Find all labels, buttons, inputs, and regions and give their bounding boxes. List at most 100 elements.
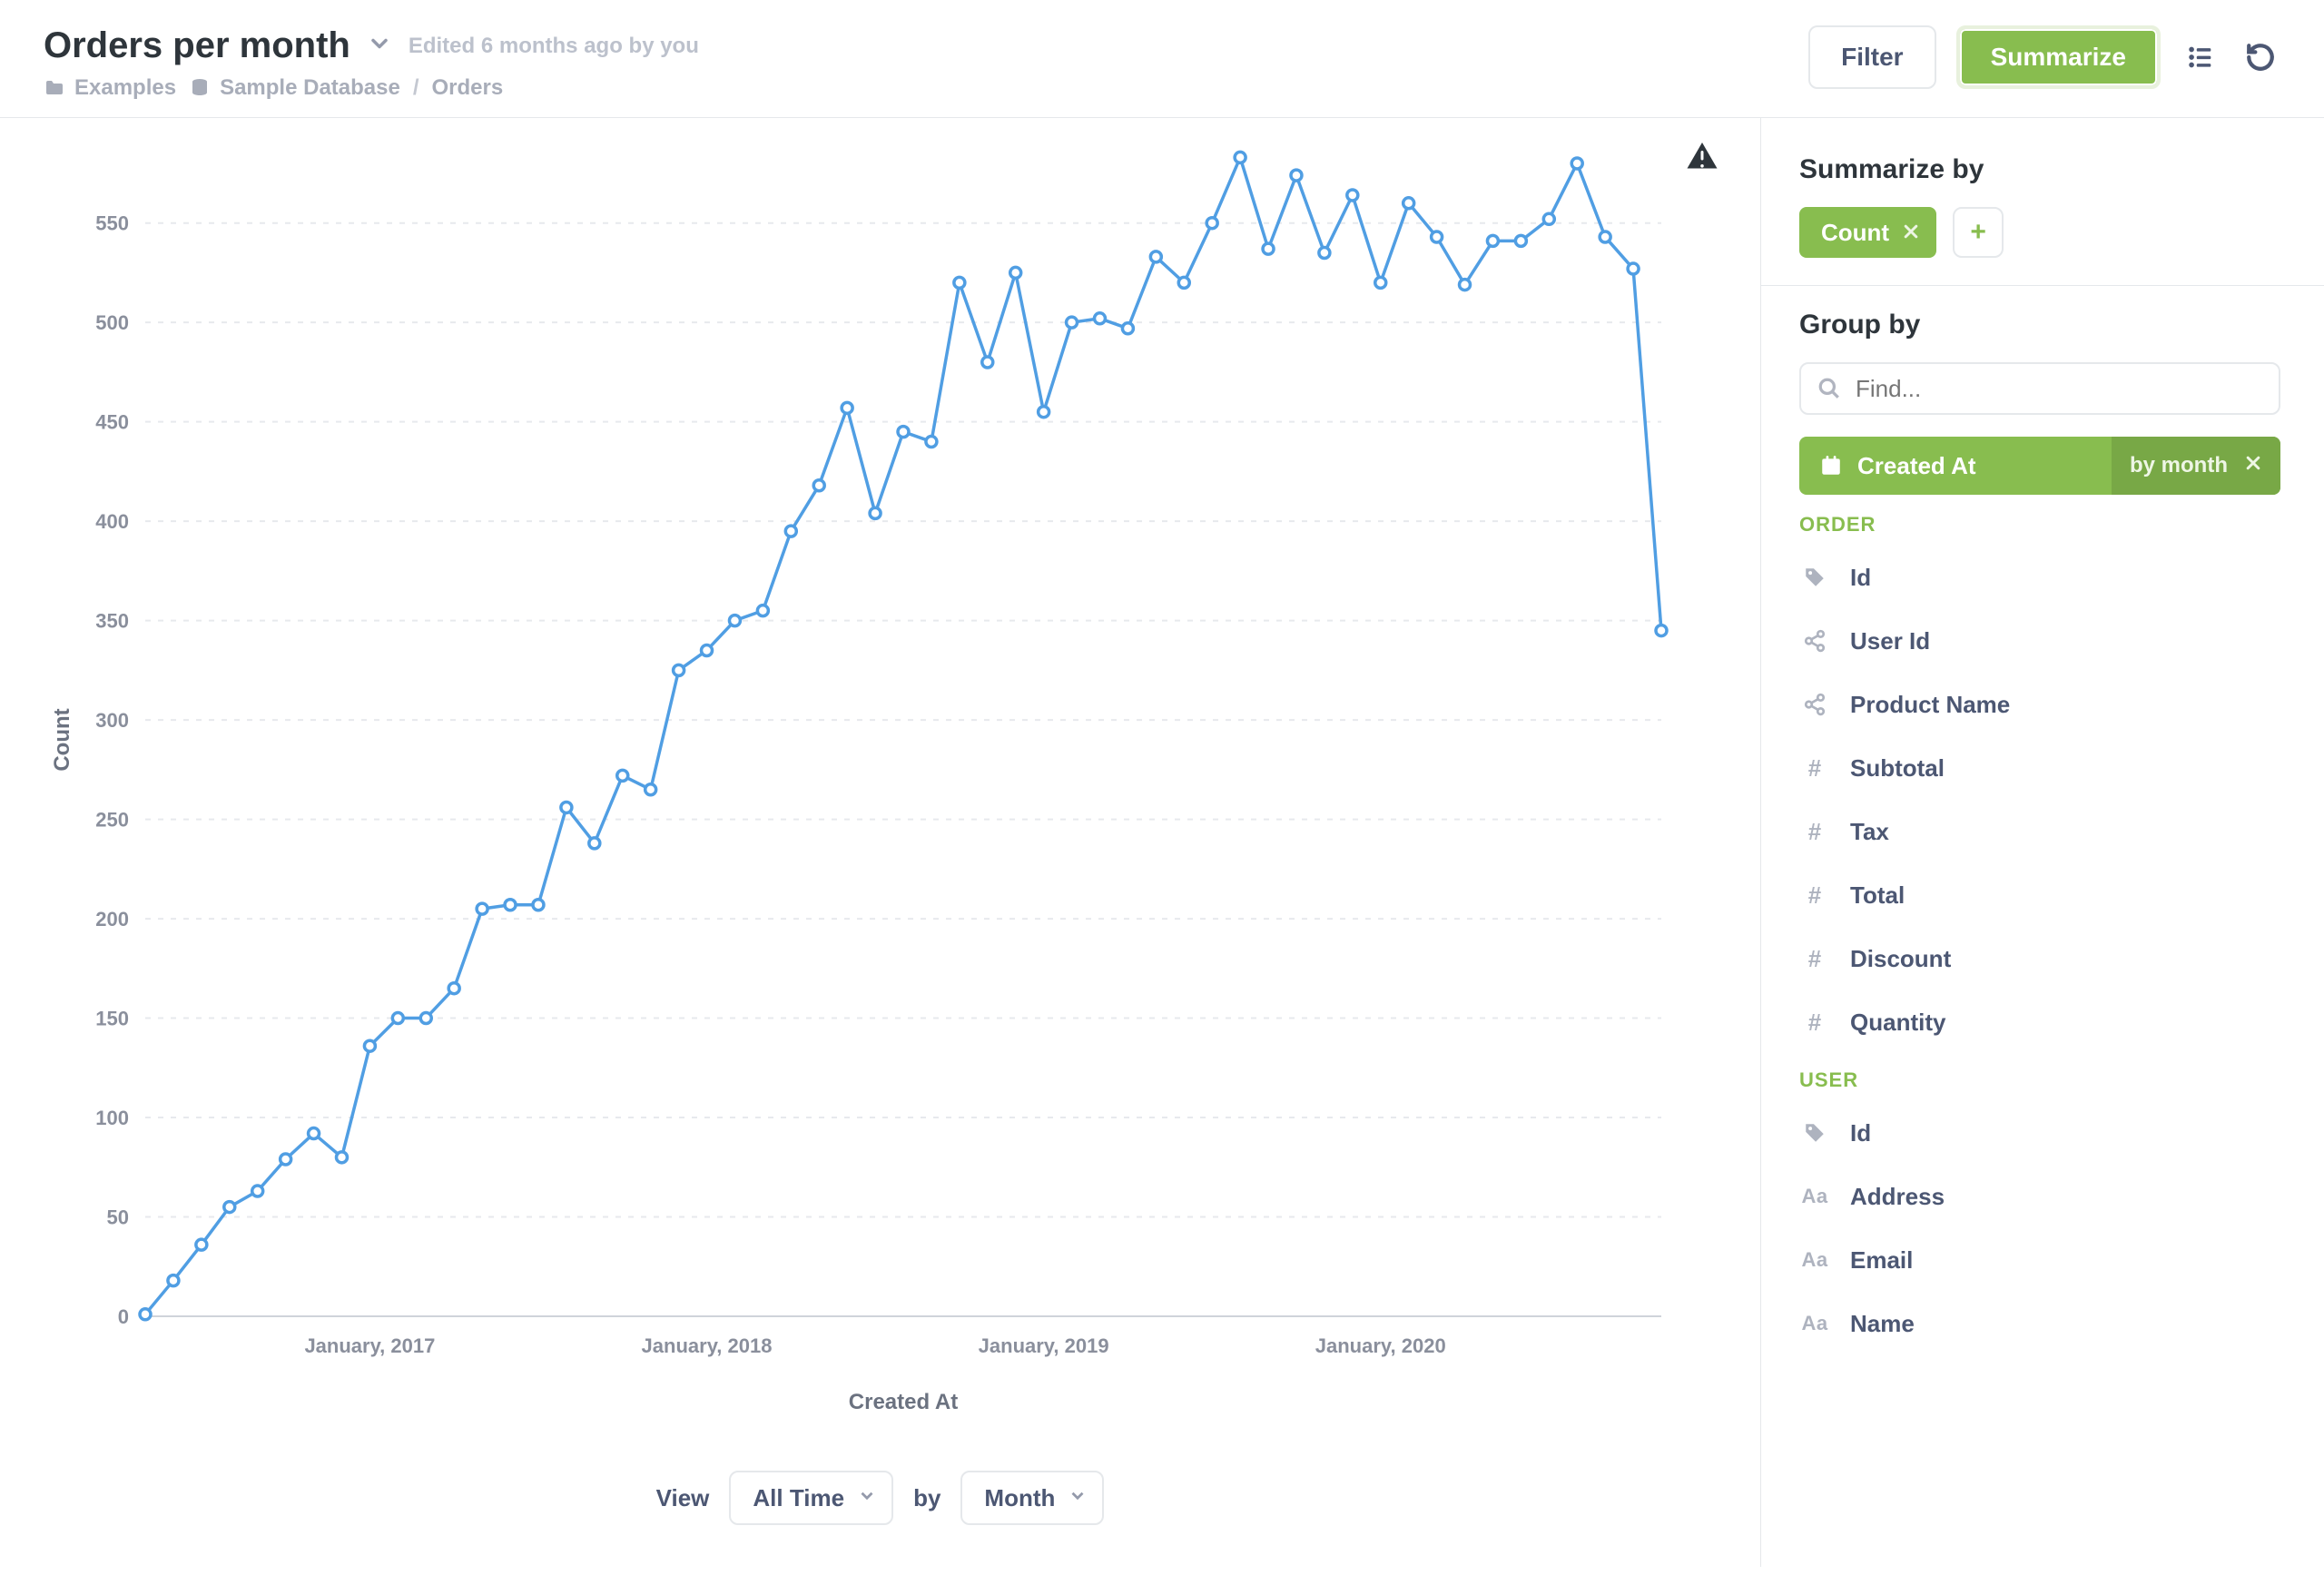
groupby-heading: Group by <box>1799 310 2280 340</box>
field-discount[interactable]: # Discount <box>1799 927 2280 990</box>
view-label: View <box>656 1484 710 1512</box>
page-title[interactable]: Orders per month <box>44 25 350 66</box>
breadcrumb: Examples Sample Database / Orders <box>44 75 699 101</box>
field-address[interactable]: Aa Address <box>1799 1165 2280 1228</box>
field-label: Discount <box>1850 945 1951 973</box>
chevron-down-icon <box>1068 1484 1088 1512</box>
svg-text:450: 450 <box>95 411 129 434</box>
breadcrumb-database[interactable]: Sample Database <box>189 75 400 101</box>
field-label: Tax <box>1850 818 1889 846</box>
close-icon[interactable] <box>2244 453 2262 478</box>
field-email[interactable]: Aa Email <box>1799 1228 2280 1292</box>
groupby-search[interactable] <box>1799 362 2280 415</box>
svg-text:300: 300 <box>95 709 129 732</box>
svg-text:250: 250 <box>95 809 129 832</box>
chevron-down-icon <box>857 1484 877 1512</box>
aggregation-label: Count <box>1821 219 1889 247</box>
field-label: Id <box>1850 1119 1871 1147</box>
field-label: User Id <box>1850 627 1930 655</box>
hash-icon: # <box>1799 754 1830 783</box>
search-icon <box>1817 377 1841 400</box>
field-label: Name <box>1850 1310 1915 1338</box>
field-quantity[interactable]: # Quantity <box>1799 990 2280 1054</box>
summarize-button[interactable]: Summarize <box>1956 25 2161 89</box>
svg-text:50: 50 <box>107 1206 129 1229</box>
svg-text:200: 200 <box>95 908 129 930</box>
svg-text:500: 500 <box>95 311 129 334</box>
share-icon <box>1799 629 1830 653</box>
filter-button[interactable]: Filter <box>1808 25 1935 89</box>
svg-text:January, 2017: January, 2017 <box>304 1334 435 1357</box>
section-order: ORDER <box>1799 513 2280 537</box>
field-label: Id <box>1850 564 1871 592</box>
divider <box>1761 285 2324 286</box>
add-aggregation-button[interactable]: + <box>1953 207 2004 258</box>
field-name[interactable]: Aa Name <box>1799 1292 2280 1355</box>
groupby-search-input[interactable] <box>1854 374 2262 404</box>
time-range-select[interactable]: All Time <box>729 1471 893 1525</box>
calendar-icon <box>1819 454 1843 477</box>
breadcrumb-collection[interactable]: Examples <box>44 75 176 101</box>
groupby-pill[interactable]: Created At by month <box>1799 437 2280 495</box>
field-user-id[interactable]: User Id <box>1799 609 2280 673</box>
groupby-binning-label: by month <box>2130 453 2228 478</box>
field-label: Total <box>1850 881 1905 910</box>
groupby-binning[interactable]: by month <box>2112 437 2280 495</box>
field-id[interactable]: Id <box>1799 1101 2280 1165</box>
editor-toggle-icon[interactable] <box>2181 37 2221 77</box>
hash-icon: # <box>1799 1009 1830 1037</box>
aa-icon: Aa <box>1799 1248 1830 1272</box>
field-label: Product Name <box>1850 691 2010 719</box>
granularity-value: Month <box>984 1484 1055 1512</box>
folder-icon <box>44 77 65 99</box>
field-id[interactable]: Id <box>1799 546 2280 609</box>
svg-text:100: 100 <box>95 1107 129 1129</box>
svg-text:Created At: Created At <box>849 1390 958 1414</box>
groupby-field-label: Created At <box>1857 452 1976 480</box>
svg-text:150: 150 <box>95 1008 129 1030</box>
refresh-icon[interactable] <box>2240 37 2280 77</box>
breadcrumb-separator: / <box>413 75 419 101</box>
time-range-value: All Time <box>753 1484 844 1512</box>
field-subtotal[interactable]: # Subtotal <box>1799 736 2280 800</box>
section-user: USER <box>1799 1068 2280 1092</box>
hash-icon: # <box>1799 945 1830 973</box>
by-label: by <box>913 1484 940 1512</box>
field-total[interactable]: # Total <box>1799 863 2280 927</box>
breadcrumb-table-label: Orders <box>432 75 504 101</box>
svg-text:550: 550 <box>95 212 129 235</box>
svg-text:January, 2019: January, 2019 <box>979 1334 1109 1357</box>
field-label: Address <box>1850 1183 1945 1211</box>
svg-text:350: 350 <box>95 610 129 633</box>
chart-panel: 0 50 100 150 200 250 300 350 400 450 500 550 January… <box>0 118 1761 1567</box>
field-tax[interactable]: # Tax <box>1799 800 2280 863</box>
svg-text:January, 2018: January, 2018 <box>642 1334 773 1357</box>
breadcrumb-collection-label: Examples <box>74 75 176 101</box>
tag-icon <box>1799 1121 1830 1145</box>
field-label: Subtotal <box>1850 754 1945 783</box>
share-icon <box>1799 693 1830 716</box>
line-chart[interactable]: 0 50 100 150 200 250 300 350 400 450 500 550 January… <box>36 145 1689 1434</box>
svg-text:Count: Count <box>50 708 74 771</box>
warning-icon[interactable] <box>1686 140 1718 177</box>
svg-text:0: 0 <box>118 1305 129 1328</box>
breadcrumb-database-label: Sample Database <box>220 75 400 101</box>
granularity-select[interactable]: Month <box>960 1471 1104 1525</box>
aa-icon: Aa <box>1799 1312 1830 1335</box>
svg-text:400: 400 <box>95 510 129 533</box>
hash-icon: # <box>1799 818 1830 846</box>
title-chevron-icon[interactable] <box>367 31 392 61</box>
breadcrumb-table[interactable]: Orders <box>432 75 504 101</box>
summarize-heading: Summarize by <box>1799 154 2280 185</box>
field-product-name[interactable]: Product Name <box>1799 673 2280 736</box>
aggregation-chip[interactable]: Count <box>1799 207 1936 258</box>
field-label: Quantity <box>1850 1009 1945 1037</box>
close-icon[interactable] <box>1902 219 1920 247</box>
edited-label: Edited 6 months ago by you <box>409 34 699 59</box>
hash-icon: # <box>1799 881 1830 910</box>
svg-text:January, 2020: January, 2020 <box>1315 1334 1446 1357</box>
aa-icon: Aa <box>1799 1185 1830 1208</box>
database-icon <box>189 77 211 99</box>
field-label: Email <box>1850 1246 1913 1275</box>
summarize-sidebar: Summarize by Count + Group by Created At… <box>1761 118 2324 1567</box>
